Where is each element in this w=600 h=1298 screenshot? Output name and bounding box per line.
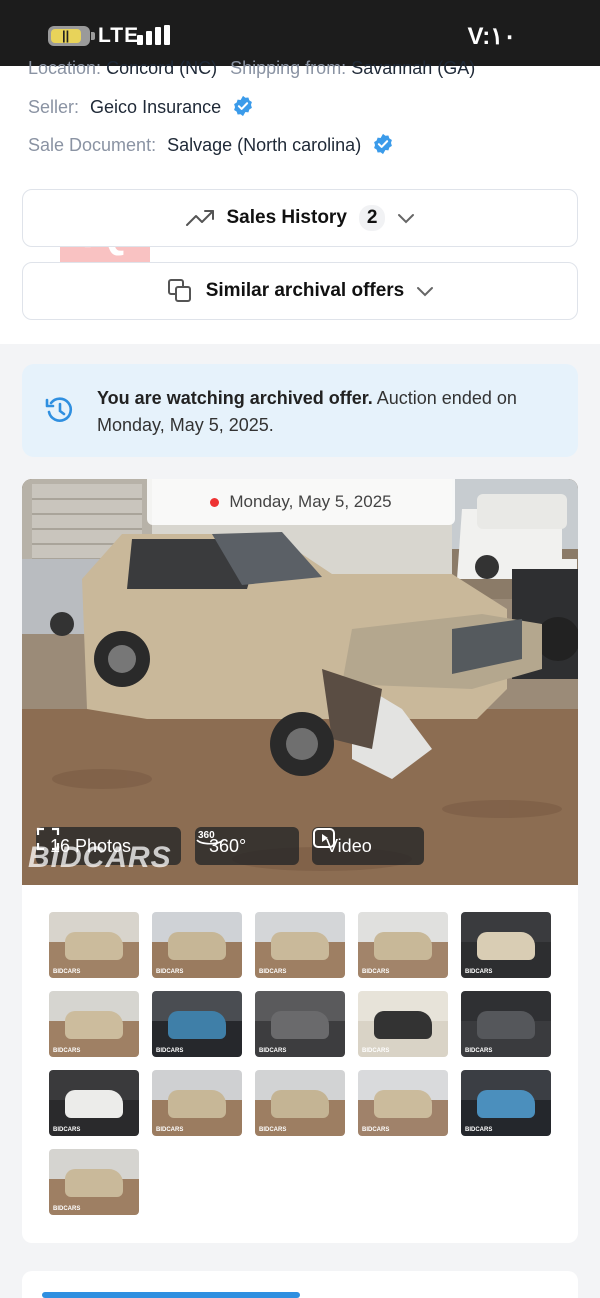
active-tab-indicator [42,1292,300,1298]
svg-text:360: 360 [198,830,215,841]
archived-notice-bold: You are watching archived offer. [97,388,373,408]
location-value: Concord (NC) [106,58,218,78]
shipping-value: Savannah (GA) [351,58,476,78]
play-video-icon [313,828,335,848]
bidcars-watermark: BIDCARS [53,1127,81,1133]
signal-icon [137,25,170,45]
bidcars-watermark: BIDCARS [465,1048,493,1054]
copy-icon [167,279,191,302]
verified-icon [374,133,393,155]
sale-document-row: Sale Document: Salvage (North carolina) [28,133,394,156]
clock: V:۱۰ [467,23,516,50]
verified-icon [234,95,253,117]
sale-document-label: Sale Document: [28,135,157,155]
vehicle-details-card: Location: Concord (NC) Shipping from: Sa… [0,58,600,344]
photo-thumbnail[interactable]: BIDCARS [461,991,551,1057]
bidcars-watermark: BIDCARS [362,1127,390,1133]
photo-thumbnail[interactable]: BIDCARS [358,991,448,1057]
bidcars-watermark: BIDCARS [28,841,172,874]
seller-value[interactable]: Geico Insurance [90,97,221,117]
photo-thumbnail[interactable]: BIDCARS [152,1070,242,1136]
chevron-down-icon [398,214,415,224]
seller-row: Seller: Geico Insurance [28,95,254,118]
bidcars-watermark: BIDCARS [156,1127,184,1133]
archived-notice-text: You are watching archived offer. Auction… [97,385,537,439]
video-button[interactable]: Video [312,827,424,865]
status-bar: || LTE V:۱۰ [0,0,600,66]
photo-thumbnail[interactable]: BIDCARS [49,1070,139,1136]
photo-thumbnail[interactable]: BIDCARS [461,912,551,978]
photo-thumbnail[interactable]: BIDCARS [255,991,345,1057]
photo-thumbnail[interactable]: BIDCARS [152,912,242,978]
chevron-down-icon [417,287,434,297]
network-type: LTE [98,24,140,47]
seller-label: Seller: [28,97,80,117]
rotate-360-icon: 360 [196,830,224,845]
bidcars-watermark: BIDCARS [156,1048,184,1054]
sales-history-label: Sales History [226,207,347,228]
history-icon [45,397,73,422]
bidcars-watermark: BIDCARS [53,1048,81,1054]
photo-thumbnail[interactable]: BIDCARS [255,1070,345,1136]
location-label: Location: [28,58,102,78]
bidcars-watermark: BIDCARS [362,1048,390,1054]
main-vehicle-photo[interactable]: Monday, May 5, 2025 16 Photos 360 360° V… [22,479,578,885]
photo-thumbnail[interactable]: BIDCARS [49,1149,139,1215]
photo-thumbnail[interactable]: BIDCARS [358,1070,448,1136]
bidcars-watermark: BIDCARS [53,969,81,975]
vehicle-photo-illustration [22,479,578,885]
photo-thumbnail[interactable]: BIDCARS [461,1070,551,1136]
sales-history-count: 2 [358,205,386,231]
archived-notice: You are watching archived offer. Auction… [22,364,578,457]
sale-document-value: Salvage (North carolina) [167,135,362,155]
bidcars-watermark: BIDCARS [259,969,287,975]
bidcars-watermark: BIDCARS [156,969,184,975]
bidcars-watermark: BIDCARS [259,1127,287,1133]
photo-thumbnail[interactable]: BIDCARS [152,991,242,1057]
bidcars-watermark: BIDCARS [53,1206,81,1212]
auction-date-badge: Monday, May 5, 2025 [147,479,455,525]
bidcars-watermark: BIDCARS [465,1127,493,1133]
bidcars-watermark: BIDCARS [259,1048,287,1054]
photo-thumbnail[interactable]: BIDCARS [49,991,139,1057]
tab-card [22,1271,578,1298]
photo-thumbnail[interactable]: BIDCARS [255,912,345,978]
bidcars-watermark: BIDCARS [465,969,493,975]
photo-thumbnail[interactable]: BIDCARS [49,912,139,978]
sales-history-accordion[interactable]: Sales History 2 [22,189,578,247]
shipping-label: Shipping from: [230,58,347,78]
status-dot-icon [210,497,220,507]
photo-gallery: Monday, May 5, 2025 16 Photos 360 360° V… [22,479,578,1243]
photo-thumbnail[interactable]: BIDCARS [358,912,448,978]
bidcars-watermark: BIDCARS [362,969,390,975]
location-row: Location: Concord (NC) Shipping from: Sa… [28,58,475,79]
view-360-button[interactable]: 360 360° [195,827,299,865]
similar-offers-accordion[interactable]: Similar archival offers [22,262,578,320]
similar-offers-label: Similar archival offers [205,280,405,301]
battery-icon: || [48,26,95,46]
auction-date: Monday, May 5, 2025 [229,492,392,511]
trending-up-icon [185,210,214,226]
